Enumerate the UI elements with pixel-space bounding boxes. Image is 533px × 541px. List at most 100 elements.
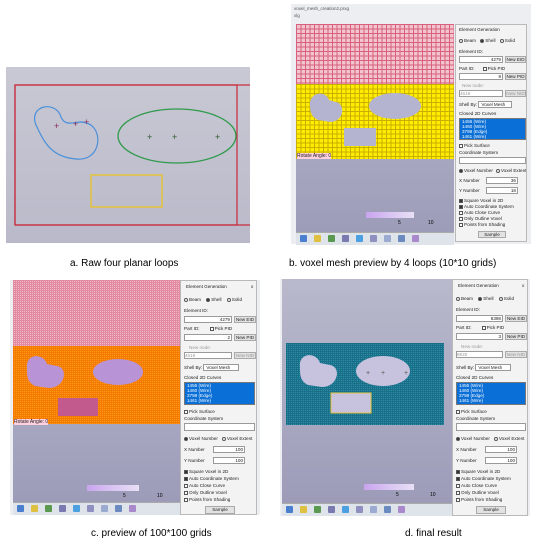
option-auto-close[interactable]: Auto Close Curve xyxy=(456,483,497,488)
shells2-icon[interactable] xyxy=(101,505,108,512)
option-points-shading[interactable]: Points from Shading xyxy=(456,497,502,502)
option-auto-coord[interactable]: Auto Coordinate System xyxy=(456,476,511,481)
element-id-field[interactable]: 4279 xyxy=(184,316,232,323)
curve-item[interactable]: 1461 (Wire) xyxy=(185,398,254,403)
voxel-icon[interactable] xyxy=(17,505,24,512)
solid-icon[interactable] xyxy=(328,235,335,242)
loop-icon[interactable] xyxy=(328,506,335,513)
coord-system-field[interactable] xyxy=(459,157,526,164)
shells-icon[interactable] xyxy=(87,505,94,512)
option-square-voxel[interactable]: Square Voxel in 2D xyxy=(459,198,503,203)
loop-icon[interactable] xyxy=(59,505,66,512)
curves-list[interactable]: 1456 (Wire) 1460 (Wire) 3798 (Edge) 1461… xyxy=(456,382,526,405)
solid-radio[interactable]: Solid xyxy=(498,296,514,301)
shell-by-select[interactable]: Voxel Mesh xyxy=(475,364,512,371)
voxel-extent-radio[interactable]: Voxel Extent xyxy=(493,436,524,441)
sample-button[interactable]: Sample xyxy=(476,506,506,514)
y-number-field[interactable]: 100 xyxy=(485,457,517,464)
face-icon[interactable] xyxy=(342,506,349,513)
option-points-shading[interactable]: Points from Shading xyxy=(184,497,230,502)
solid-icon[interactable] xyxy=(45,505,52,512)
viewport-b[interactable]: Rotate Angle: 0 5 10 xyxy=(296,24,454,234)
loop-icon[interactable] xyxy=(342,235,349,242)
shell-radio[interactable]: Shell xyxy=(206,297,222,302)
new-eid-button[interactable]: New EID xyxy=(505,56,526,63)
pick-pid-checkbox[interactable]: Pick PID xyxy=(209,326,232,331)
viewport-c[interactable]: Rotate Angle: 0 5 10 xyxy=(13,280,180,502)
voxel-icon[interactable] xyxy=(300,235,307,242)
beam-radio[interactable]: Beam xyxy=(459,38,476,43)
option-auto-coord[interactable]: Auto Coordinate System xyxy=(459,204,514,209)
sample-button[interactable]: Sample xyxy=(205,506,235,514)
face-icon[interactable] xyxy=(73,505,80,512)
solid-radio[interactable]: Solid xyxy=(499,38,515,43)
option-points-shading[interactable]: Points from Shading xyxy=(459,222,505,227)
part-id-field[interactable]: 3 xyxy=(456,333,503,340)
close-icon[interactable]: x xyxy=(251,284,253,289)
pick-surface-checkbox[interactable]: Pick Surface xyxy=(184,409,215,414)
option-only-outline[interactable]: Only Outline Voxel xyxy=(456,490,499,495)
y-number-field[interactable]: 100 xyxy=(213,457,245,464)
part-id-field[interactable]: 9 xyxy=(459,73,503,80)
surface-icon[interactable] xyxy=(398,506,405,513)
new-node-field[interactable]: 4619 xyxy=(459,90,503,97)
extr-icon[interactable] xyxy=(115,505,122,512)
new-node-field[interactable]: 8820 xyxy=(456,351,503,358)
element-id-field[interactable]: 8398 xyxy=(456,315,503,322)
shells-icon[interactable] xyxy=(356,506,363,513)
close-icon[interactable]: x xyxy=(522,283,524,288)
new-node-field[interactable]: 4619 xyxy=(184,352,232,359)
shell-icon[interactable] xyxy=(300,506,307,513)
pick-pid-checkbox[interactable]: Pick PID xyxy=(482,66,505,71)
shells2-icon[interactable] xyxy=(370,506,377,513)
beam-radio[interactable]: Beam xyxy=(456,296,473,301)
pick-pid-checkbox[interactable]: Pick PID xyxy=(481,325,504,330)
new-pid-button[interactable]: New PID xyxy=(234,334,256,341)
voxel-icon[interactable] xyxy=(286,506,293,513)
element-id-field[interactable]: 4279 xyxy=(459,56,503,63)
new-eid-button[interactable]: New EID xyxy=(505,315,527,322)
part-id-field[interactable]: 2 xyxy=(184,334,232,341)
voxel-number-radio[interactable]: Voxel Number xyxy=(184,436,218,441)
option-auto-close[interactable]: Auto Close Curve xyxy=(184,483,225,488)
new-pid-button[interactable]: New PID xyxy=(505,73,526,80)
coord-system-field[interactable] xyxy=(456,423,526,431)
new-nid-button[interactable]: New NID xyxy=(234,352,256,359)
solid-icon[interactable] xyxy=(314,506,321,513)
shell-icon[interactable] xyxy=(31,505,38,512)
new-pid-button[interactable]: New PID xyxy=(505,333,527,340)
voxel-extent-radio[interactable]: Voxel Extent xyxy=(495,168,526,173)
curves-list[interactable]: 1456 (Wire) 1460 (Wire) 3798 (Edge) 1461… xyxy=(459,118,526,140)
viewport-d[interactable]: + + + 5 10 xyxy=(282,279,452,503)
curve-item[interactable]: 1461 (Wire) xyxy=(460,134,525,139)
y-number-field[interactable]: 18 xyxy=(486,187,518,194)
beam-radio[interactable]: Beam xyxy=(184,297,201,302)
voxel-number-radio[interactable]: Voxel Number xyxy=(456,436,490,441)
x-number-field[interactable]: 36 xyxy=(486,177,518,184)
curve-item[interactable]: 1461 (Wire) xyxy=(457,398,525,403)
new-nid-button[interactable]: New NID xyxy=(505,90,526,97)
shell-by-select[interactable]: Voxel Mesh xyxy=(203,364,240,371)
shell-icon[interactable] xyxy=(314,235,321,242)
pick-surface-checkbox[interactable]: Pick Surface xyxy=(456,409,487,414)
option-only-outline[interactable]: Only Outline Voxel xyxy=(184,490,227,495)
voxel-extent-radio[interactable]: Voxel Extent xyxy=(221,436,252,441)
solid-radio[interactable]: Solid xyxy=(226,297,242,302)
option-square-voxel[interactable]: Square Voxel in 2D xyxy=(184,469,228,474)
option-square-voxel[interactable]: Square Voxel in 2D xyxy=(456,469,500,474)
shell-radio[interactable]: Shell xyxy=(478,296,494,301)
coord-system-field[interactable] xyxy=(184,423,255,431)
shell-by-select[interactable]: Voxel Mesh xyxy=(478,101,513,108)
new-eid-button[interactable]: New EID xyxy=(234,316,256,323)
shells2-icon[interactable] xyxy=(384,235,391,242)
surface-icon[interactable] xyxy=(412,235,419,242)
sample-button[interactable]: Sample xyxy=(478,231,506,238)
curves-list[interactable]: 1456 (Wire) 1460 (Wire) 3798 (Edge) 1461… xyxy=(184,382,255,405)
extr-icon[interactable] xyxy=(384,506,391,513)
option-auto-coord[interactable]: Auto Coordinate System xyxy=(184,476,239,481)
shells-icon[interactable] xyxy=(370,235,377,242)
surface-icon[interactable] xyxy=(129,505,136,512)
option-auto-close[interactable]: Auto Close Curve xyxy=(459,210,500,215)
face-icon[interactable] xyxy=(356,235,363,242)
pick-surface-checkbox[interactable]: Pick Surface xyxy=(459,143,490,148)
